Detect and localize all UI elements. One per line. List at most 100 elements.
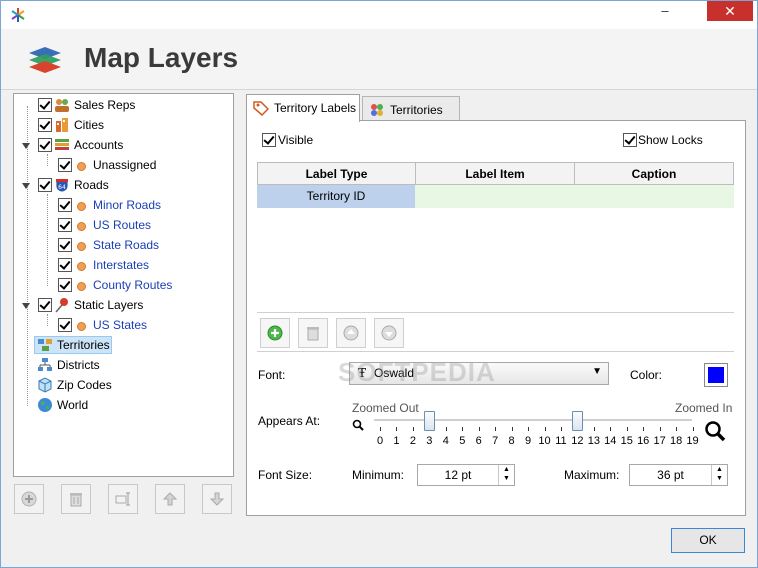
interstates-checkbox[interactable]: [58, 258, 72, 272]
column-header-label-type[interactable]: Label Type: [257, 162, 416, 185]
tree-item-cities[interactable]: Cities: [36, 116, 226, 134]
column-header-caption[interactable]: Caption: [574, 162, 734, 185]
move-label-up-button[interactable]: [336, 318, 366, 348]
delete-layer-button[interactable]: [61, 484, 91, 514]
accounts-checkbox[interactable]: [38, 138, 52, 152]
visible-checkbox[interactable]: [262, 133, 276, 147]
zoom-max-thumb[interactable]: [572, 411, 584, 431]
minimum-size-spinner[interactable]: 12 pt ▲ ▼: [417, 464, 515, 486]
tick-label: 2: [409, 435, 416, 447]
font-size-label: Font Size:: [258, 468, 313, 482]
tick-label: 11: [555, 435, 567, 447]
ok-button[interactable]: OK: [671, 528, 745, 553]
county-routes-checkbox[interactable]: [58, 278, 72, 292]
spinner-arrows-icon[interactable]: ▲ ▼: [711, 465, 727, 485]
roads-icon: 64: [55, 178, 69, 193]
table-cell[interactable]: [415, 185, 734, 208]
rename-layer-button[interactable]: [108, 484, 138, 514]
header-divider: [1, 89, 757, 90]
roads-checkbox[interactable]: [38, 178, 52, 192]
layers-tree[interactable]: Sales Reps Cities Accounts Unassigned 64…: [13, 93, 234, 477]
tree-label: Sales Reps: [74, 98, 136, 112]
tree-item-territories[interactable]: Territories: [34, 336, 112, 354]
sales-reps-checkbox[interactable]: [38, 98, 52, 112]
trash-icon: [70, 493, 82, 507]
tree-item-roads[interactable]: 64 Roads: [22, 176, 222, 194]
tick-mark: [560, 427, 562, 431]
dot-icon: [77, 282, 86, 291]
minor-roads-checkbox[interactable]: [58, 198, 72, 212]
maximum-size-spinner[interactable]: 36 pt ▲ ▼: [629, 464, 728, 486]
zoomed-in-label: Zoomed In: [675, 401, 733, 415]
rename-icon: [115, 492, 130, 506]
static-layers-checkbox[interactable]: [38, 298, 52, 312]
arrow-down-icon: [381, 325, 397, 341]
territories-icon: [38, 339, 52, 351]
tree-item-us-states[interactable]: US States: [56, 316, 226, 334]
tab-territories[interactable]: Territories: [362, 96, 460, 123]
globe-icon: [38, 398, 52, 412]
tree-item-unassigned[interactable]: Unassigned: [56, 156, 226, 174]
add-layer-button[interactable]: [14, 484, 44, 514]
title-bar: – ✕: [1, 1, 757, 29]
color-label: Color:: [630, 368, 663, 382]
tick-mark: [511, 427, 513, 431]
tree-item-static-layers[interactable]: Static Layers: [22, 296, 222, 314]
tree-item-minor-roads[interactable]: Minor Roads: [56, 196, 226, 214]
tree-item-county-routes[interactable]: County Routes: [56, 276, 226, 294]
tick-mark: [692, 427, 694, 431]
tag-icon: [253, 101, 269, 116]
tick-mark: [380, 427, 381, 431]
labels-table[interactable]: Label Type Label Item Caption Territory …: [257, 162, 734, 312]
tree-item-districts[interactable]: Districts: [36, 356, 226, 374]
tree-item-accounts[interactable]: Accounts: [22, 136, 222, 154]
delete-label-button[interactable]: [298, 318, 328, 348]
zoom-in-icon: [705, 421, 726, 442]
spinner-arrows-icon[interactable]: ▲ ▼: [498, 465, 514, 485]
tick-label: 17: [653, 435, 666, 447]
add-label-button[interactable]: [260, 318, 290, 348]
tree-item-state-roads[interactable]: State Roads: [56, 236, 226, 254]
tree-item-world[interactable]: World: [36, 396, 226, 414]
move-down-button[interactable]: [202, 484, 232, 514]
minimize-button[interactable]: –: [651, 1, 679, 21]
column-header-label-item[interactable]: Label Item: [415, 162, 575, 185]
zoom-min-thumb[interactable]: [424, 411, 436, 431]
tick-mark: [478, 427, 480, 431]
state-roads-checkbox[interactable]: [58, 238, 72, 252]
tick-label: 3: [426, 435, 433, 447]
collapse-arrow-icon[interactable]: [22, 303, 30, 309]
arrow-up-icon: [343, 325, 359, 341]
color-picker[interactable]: [704, 363, 728, 387]
close-button[interactable]: ✕: [707, 1, 753, 21]
zoom-range-track[interactable]: [374, 419, 692, 422]
tree-label: US Routes: [93, 218, 152, 232]
tree-item-sales-reps[interactable]: Sales Reps: [36, 96, 226, 114]
tree-label: Accounts: [74, 138, 124, 152]
dot-icon: [77, 322, 86, 331]
cities-icon: [56, 118, 68, 132]
move-up-button[interactable]: [155, 484, 185, 514]
cities-checkbox[interactable]: [38, 118, 52, 132]
show-locks-checkbox[interactable]: [623, 133, 637, 147]
tick-mark: [659, 427, 661, 431]
tree-label: US States: [93, 318, 148, 332]
dot-icon: [77, 222, 86, 231]
move-label-down-button[interactable]: [374, 318, 404, 348]
tree-item-us-routes[interactable]: US Routes: [56, 216, 226, 234]
tree-item-zip-codes[interactable]: Zip Codes: [36, 376, 226, 394]
tree-item-interstates[interactable]: Interstates: [56, 256, 226, 274]
table-cell[interactable]: Territory ID: [257, 185, 415, 208]
tick-label: 19: [686, 435, 699, 447]
us-states-checkbox[interactable]: [58, 318, 72, 332]
tree-label: Minor Roads: [93, 198, 162, 212]
tick-mark: [626, 427, 628, 431]
collapse-arrow-icon[interactable]: [22, 143, 30, 149]
collapse-arrow-icon[interactable]: [22, 183, 30, 189]
us-routes-checkbox[interactable]: [58, 218, 72, 232]
tick-mark: [445, 427, 447, 431]
tab-territory-labels[interactable]: Territory Labels: [246, 94, 360, 122]
tree-label: World: [57, 398, 89, 412]
tick-mark: [593, 427, 595, 431]
unassigned-checkbox[interactable]: [58, 158, 72, 172]
